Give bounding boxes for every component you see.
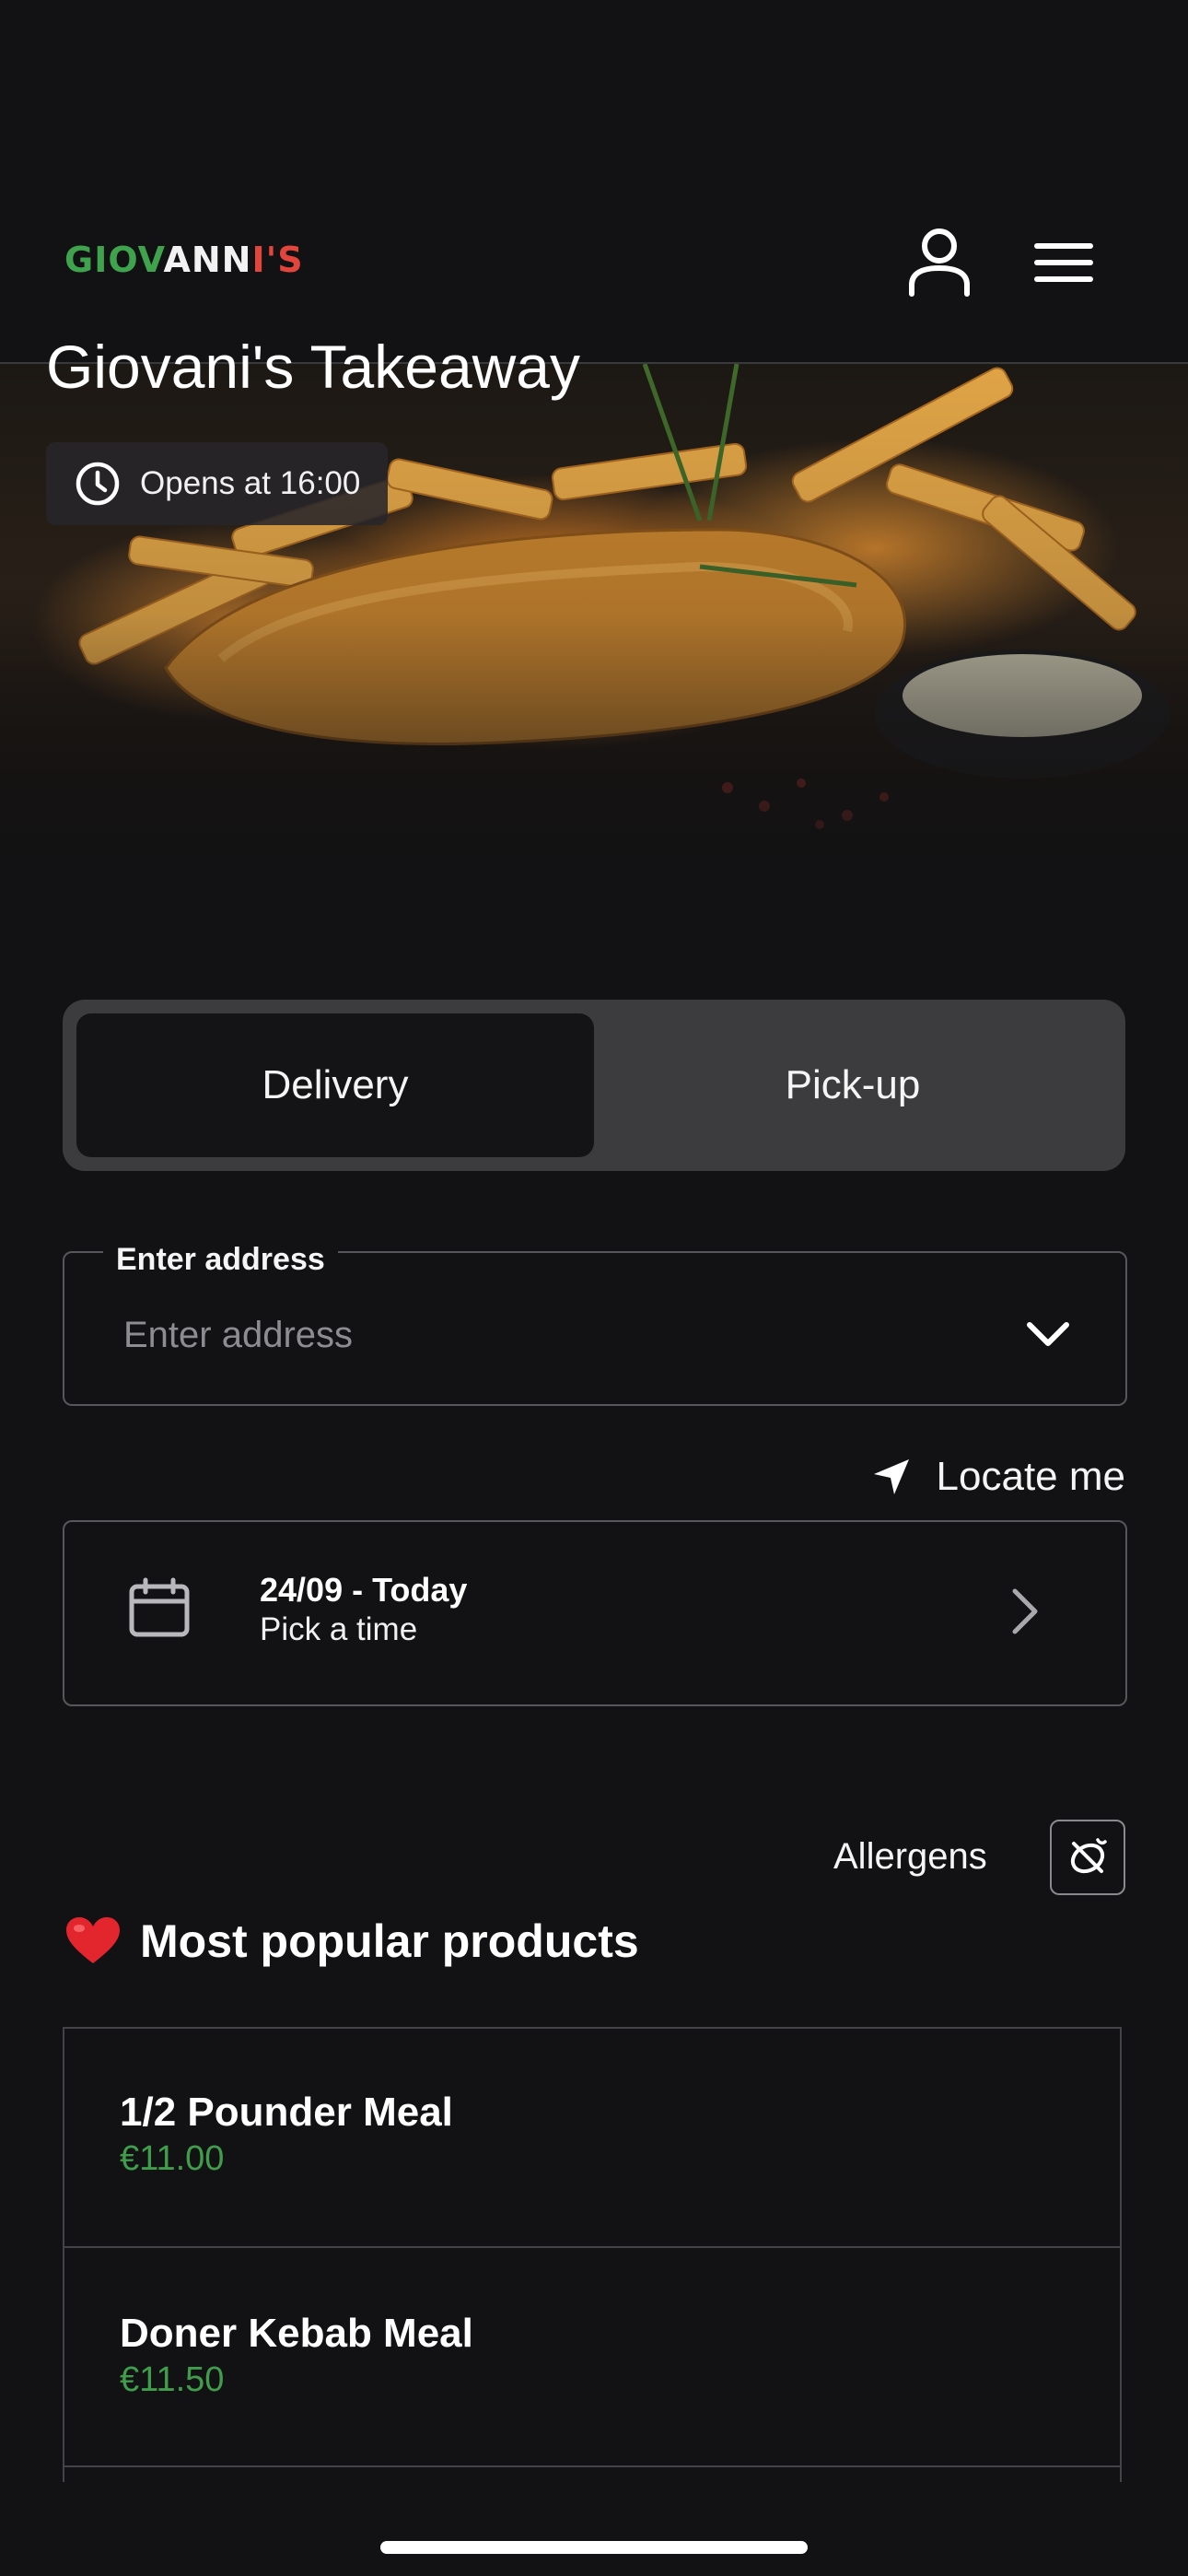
popular-section-title: Most popular products <box>64 1914 639 1968</box>
product-name: 1/2 Pounder Meal <box>120 2090 453 2135</box>
logo-text-green: GIOV <box>64 240 164 280</box>
allergens-label[interactable]: Allergens <box>833 1836 987 1878</box>
schedule-chevron <box>1006 1587 1042 1641</box>
product-card[interactable]: Doner Kebab Meal €11.50 <box>63 2246 1122 2482</box>
tab-pickup[interactable]: Pick-up <box>594 1013 1112 1157</box>
hamburger-icon <box>1034 243 1093 282</box>
schedule-picker[interactable] <box>63 1520 1127 1706</box>
account-button[interactable] <box>898 221 981 304</box>
clock-icon <box>76 462 120 506</box>
tab-delivery[interactable]: Delivery <box>76 1013 594 1157</box>
chevron-right-icon <box>1012 1588 1038 1634</box>
product-price: €11.50 <box>120 2360 225 2399</box>
address-dropdown-button[interactable] <box>1020 1306 1076 1362</box>
logo-text-white: ANN <box>163 240 252 280</box>
product-card[interactable]: 1/2 Pounder Meal €11.00 <box>63 2027 1122 2248</box>
heart-icon <box>66 1917 120 1963</box>
product-divider <box>63 2465 1122 2467</box>
allergen-icon <box>1070 1838 1107 1874</box>
product-name: Doner Kebab Meal <box>120 2311 473 2356</box>
location-arrow-icon <box>873 1459 909 1494</box>
calendar-icon-wrap <box>127 1577 192 1643</box>
chevron-down-icon <box>1027 1322 1069 1346</box>
schedule-date: 24/09 - Today <box>260 1571 468 1609</box>
logo-text-red: I'S <box>251 240 304 280</box>
home-indicator[interactable] <box>380 2541 808 2554</box>
popular-title-text: Most popular products <box>140 1915 639 1967</box>
calendar-icon <box>129 1577 190 1637</box>
address-input[interactable] <box>122 1297 954 1373</box>
brand-logo[interactable]: GIOVANNI'S <box>64 240 304 280</box>
restaurant-name: Giovani's Takeaway <box>46 333 581 401</box>
order-mode-toggle: Delivery Pick-up <box>63 1000 1125 1171</box>
product-price: €11.00 <box>120 2139 225 2178</box>
menu-button[interactable] <box>1022 221 1105 304</box>
opening-hours-badge: Opens at 16:00 <box>46 442 389 525</box>
person-icon <box>909 228 970 297</box>
opening-hours-text: Opens at 16:00 <box>140 465 361 501</box>
schedule-time: Pick a time <box>260 1611 418 1647</box>
locate-me-button[interactable]: Locate me <box>856 1445 1125 1509</box>
app-header <box>0 0 1188 364</box>
allergens-button[interactable] <box>1050 1820 1125 1895</box>
address-field-label: Enter address <box>103 1240 338 1279</box>
locate-me-label: Locate me <box>936 1454 1125 1499</box>
